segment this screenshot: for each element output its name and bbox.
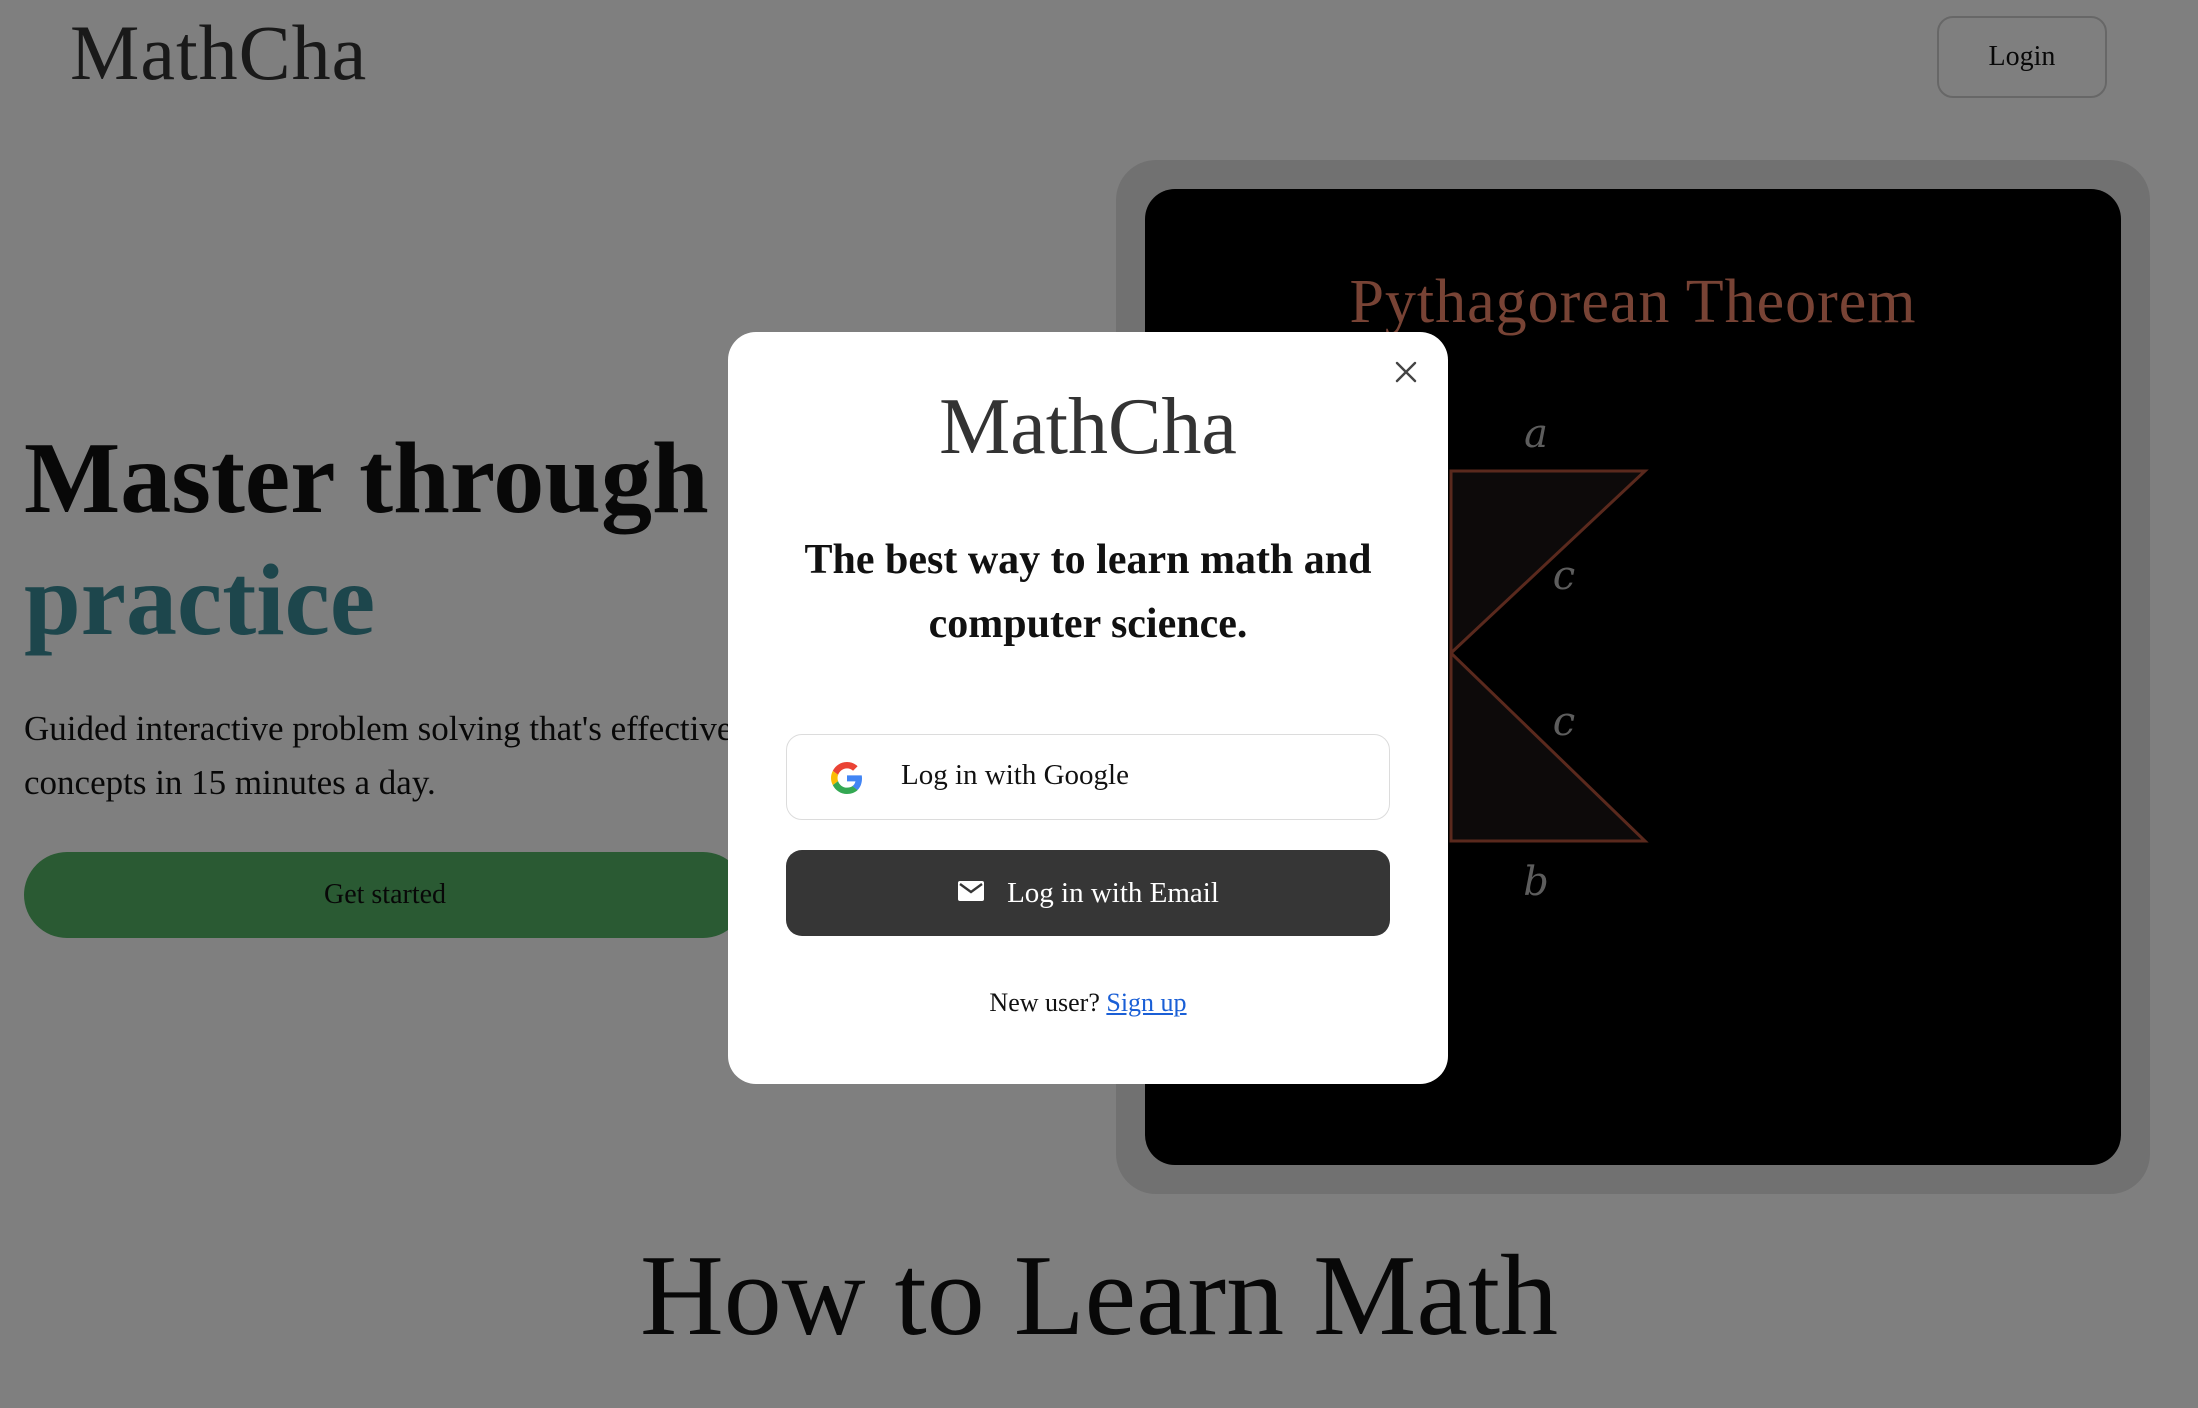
login-email-label: Log in with Email — [1007, 876, 1219, 909]
modal-brand: MathCha — [939, 383, 1237, 471]
login-modal: MathCha The best way to learn math and c… — [728, 332, 1448, 1084]
google-icon — [831, 762, 863, 802]
login-email-button[interactable]: Log in with Email — [786, 850, 1390, 936]
login-google-label: Log in with Google — [901, 759, 1129, 791]
new-user-text: New user? — [989, 988, 1100, 1017]
login-google-button[interactable]: Log in with Google — [786, 734, 1390, 820]
signup-prompt: New user? Sign up — [728, 988, 1448, 1018]
signup-link[interactable]: Sign up — [1106, 988, 1186, 1017]
mail-icon — [957, 877, 985, 910]
modal-tagline: The best way to learn math and computer … — [804, 537, 1372, 647]
